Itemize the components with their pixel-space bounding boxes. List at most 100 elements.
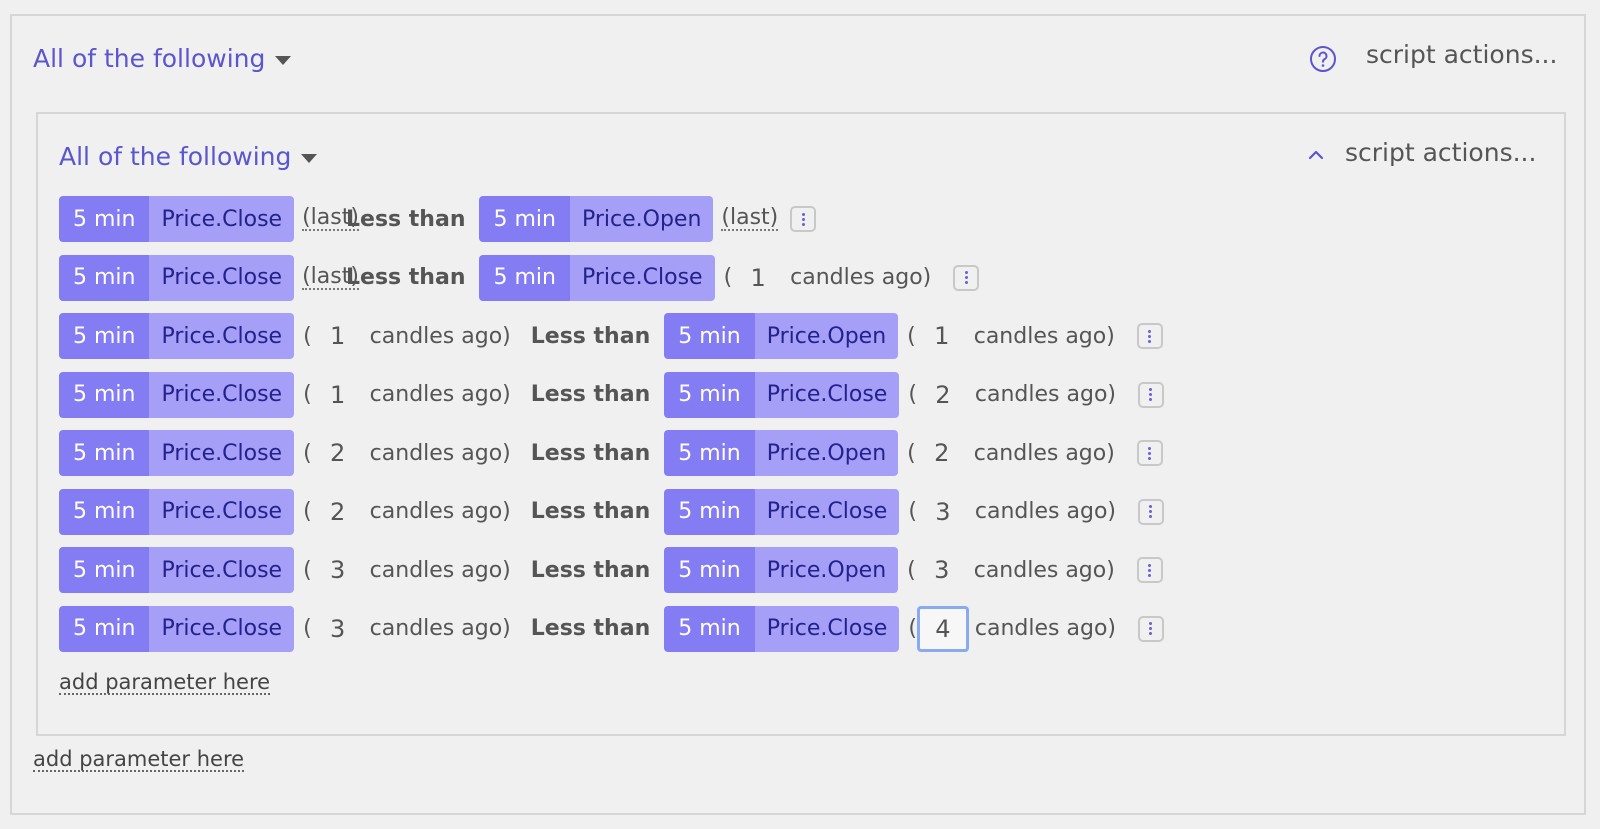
indicator-chip[interactable]: 5 min Price.Close bbox=[59, 254, 295, 301]
timeframe-label: 5 min bbox=[664, 371, 755, 418]
right-operand: 5 min Price.Close (1 candles ago) bbox=[479, 254, 931, 301]
outer-condition-group: All of the following script actions... A… bbox=[10, 14, 1586, 815]
candles-ago-label: candles ago) bbox=[973, 557, 1115, 583]
right-operand: 5 min Price.Close (2 candles ago) bbox=[664, 371, 1116, 418]
candles-ago-input[interactable]: 2 bbox=[916, 430, 968, 476]
indicator-chip[interactable]: 5 min Price.Close bbox=[59, 605, 295, 652]
row-menu-icon[interactable] bbox=[1136, 323, 1163, 349]
row-menu-icon[interactable] bbox=[953, 264, 980, 291]
indicator-symbol: Price.Close bbox=[149, 254, 295, 301]
condition-row: 5 min Price.Close(1 candles ago) Less than 5… bbox=[59, 371, 1164, 418]
left-operand: 5 min Price.Close (3 candles ago) bbox=[59, 547, 511, 593]
candles-ago-input[interactable]: 1 bbox=[312, 372, 364, 418]
open-paren: ( bbox=[303, 323, 312, 349]
inner-group-logic-label: All of the following bbox=[59, 142, 292, 171]
condition-list: 5 min Price.Close (last) Less than 5 min Pric… bbox=[59, 196, 1164, 664]
comparison-operator[interactable]: Less than bbox=[531, 499, 650, 524]
row-menu-icon[interactable] bbox=[1137, 615, 1164, 642]
open-paren: ( bbox=[303, 616, 312, 641]
timeframe-label: 5 min bbox=[479, 254, 570, 301]
candles-ago-input[interactable]: 1 bbox=[312, 313, 364, 359]
inner-add-parameter-link[interactable]: add parameter here bbox=[59, 671, 271, 695]
candles-ago-label: candles ago) bbox=[973, 323, 1115, 349]
candles-ago-input[interactable]: 1 bbox=[732, 255, 784, 301]
comparison-operator[interactable]: Less than bbox=[531, 558, 650, 583]
indicator-chip[interactable]: 5 min Price.Close bbox=[479, 254, 715, 301]
candles-ago-input[interactable]: 1 bbox=[916, 313, 968, 359]
indicator-chip[interactable]: 5 min Price.Close bbox=[59, 313, 295, 359]
open-paren: ( bbox=[908, 499, 917, 524]
candles-ago-input[interactable]: 3 bbox=[916, 547, 968, 593]
indicator-chip[interactable]: 5 min Price.Open bbox=[479, 196, 714, 242]
comparison-operator[interactable]: Less than bbox=[346, 207, 465, 232]
open-paren: ( bbox=[908, 382, 917, 407]
outer-add-parameter-link[interactable]: add parameter here bbox=[33, 748, 245, 772]
timeframe-label: 5 min bbox=[59, 313, 150, 359]
indicator-chip[interactable]: 5 min Price.Close bbox=[664, 488, 900, 535]
comparison-operator[interactable]: Less than bbox=[531, 616, 650, 641]
left-operand: 5 min Price.Close (2 candles ago) bbox=[59, 430, 511, 476]
indicator-chip[interactable]: 5 min Price.Open bbox=[664, 313, 899, 359]
timeframe-label: 5 min bbox=[664, 547, 755, 593]
inner-group-logic-dropdown[interactable]: All of the following bbox=[59, 142, 318, 171]
indicator-chip[interactable]: 5 min Price.Close bbox=[59, 430, 295, 476]
outer-group-logic-dropdown[interactable]: All of the following bbox=[33, 44, 292, 73]
left-operand: 5 min Price.Close (1 candles ago) bbox=[59, 313, 511, 359]
left-operand: 5 min Price.Close (last) bbox=[59, 254, 359, 301]
indicator-chip[interactable]: 5 min Price.Close bbox=[59, 547, 295, 593]
indicator-chip[interactable]: 5 min Price.Close bbox=[664, 371, 900, 418]
right-operand: 5 min Price.Close (3 candles ago) bbox=[664, 488, 1116, 535]
candles-ago-input[interactable]: 4 bbox=[916, 605, 969, 652]
indicator-chip[interactable]: 5 min Price.Open bbox=[664, 547, 899, 593]
condition-row: 5 min Price.Close(3 candles ago) Less than 5… bbox=[59, 547, 1164, 593]
chevron-up-icon[interactable] bbox=[1305, 144, 1327, 166]
comparison-operator[interactable]: Less than bbox=[346, 265, 465, 290]
indicator-chip[interactable]: 5 min Price.Close bbox=[59, 488, 295, 535]
condition-row: 5 min Price.Close (last) Less than 5 min Pric… bbox=[59, 196, 1164, 242]
comparison-operator[interactable]: Less than bbox=[531, 324, 650, 349]
outer-script-actions-link[interactable]: script actions... bbox=[1366, 40, 1557, 69]
candles-ago-input[interactable]: 2 bbox=[917, 372, 969, 418]
open-paren: ( bbox=[908, 616, 917, 641]
indicator-chip[interactable]: 5 min Price.Close bbox=[59, 371, 295, 418]
comparison-operator[interactable]: Less than bbox=[531, 382, 650, 407]
candles-ago-input[interactable]: 3 bbox=[312, 606, 364, 652]
candles-ago-input[interactable]: 3 bbox=[312, 547, 364, 593]
timeframe-label: 5 min bbox=[664, 430, 755, 476]
indicator-symbol: Price.Close bbox=[569, 254, 715, 301]
condition-row: 5 min Price.Close(2 candles ago) Less than 5… bbox=[59, 488, 1164, 535]
indicator-chip[interactable]: 5 min Price.Close bbox=[59, 196, 295, 242]
candles-ago-input[interactable]: 2 bbox=[312, 430, 364, 476]
caret-down-icon bbox=[301, 153, 318, 163]
comparison-operator[interactable]: Less than bbox=[531, 441, 650, 466]
condition-row: 5 min Price.Close(2 candles ago) Less than 5… bbox=[59, 430, 1164, 476]
left-operand: 5 min Price.Close (2 candles ago) bbox=[59, 488, 511, 535]
open-paren: ( bbox=[303, 557, 312, 583]
candles-ago-input[interactable]: 3 bbox=[917, 489, 969, 535]
candles-ago-label: candles ago) bbox=[974, 382, 1116, 407]
indicator-chip[interactable]: 5 min Price.Close bbox=[664, 605, 900, 652]
row-menu-icon[interactable] bbox=[790, 206, 817, 232]
row-menu-icon[interactable] bbox=[1136, 440, 1163, 466]
inner-condition-group: All of the following script actions... 5… bbox=[36, 112, 1566, 736]
inner-script-actions-link[interactable]: script actions... bbox=[1345, 138, 1536, 167]
row-menu-icon[interactable] bbox=[1137, 381, 1164, 408]
condition-row: 5 min Price.Close(1 candles ago) Less than 5… bbox=[59, 313, 1164, 359]
open-paren: ( bbox=[907, 440, 916, 466]
indicator-symbol: Price.Close bbox=[149, 605, 295, 652]
candles-ago-input[interactable]: 2 bbox=[312, 489, 364, 535]
row-menu-icon[interactable] bbox=[1136, 557, 1163, 583]
indicator-chip[interactable]: 5 min Price.Open bbox=[664, 430, 899, 476]
indicator-symbol: Price.Open bbox=[754, 547, 899, 593]
right-operand: 5 min Price.Close (4 candles ago) bbox=[664, 605, 1116, 652]
candles-ago-label: candles ago) bbox=[973, 440, 1115, 466]
right-last-toggle[interactable]: (last) bbox=[721, 207, 779, 231]
right-operand: 5 min Price.Open (2 candles ago) bbox=[664, 430, 1115, 476]
open-paren: ( bbox=[907, 323, 916, 349]
help-icon[interactable] bbox=[1309, 45, 1337, 73]
row-menu-icon[interactable] bbox=[1137, 498, 1164, 525]
indicator-symbol: Price.Open bbox=[569, 196, 714, 242]
candles-ago-label: candles ago) bbox=[369, 616, 511, 641]
indicator-symbol: Price.Close bbox=[149, 371, 295, 418]
timeframe-label: 5 min bbox=[59, 254, 150, 301]
